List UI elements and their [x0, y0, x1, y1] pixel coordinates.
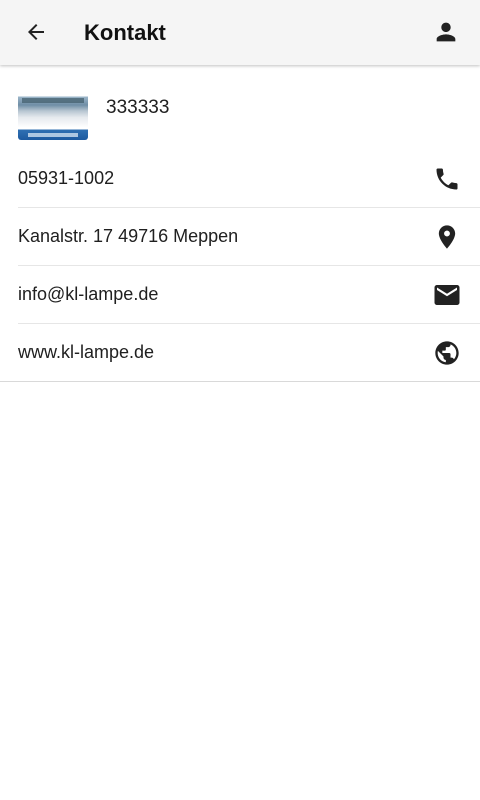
- contact-header: 333333: [0, 65, 480, 150]
- contact-name: 333333: [106, 97, 170, 118]
- phone-row[interactable]: 05931-1002: [18, 150, 480, 208]
- website-row[interactable]: www.kl-lampe.de: [0, 324, 480, 382]
- address-text: Kanalstr. 17 49716 Meppen: [18, 226, 239, 246]
- back-button[interactable]: [14, 12, 58, 52]
- arrow-back-icon: [24, 20, 48, 44]
- email-row[interactable]: info@kl-lampe.de: [18, 266, 480, 324]
- app-bar: Kontakt: [0, 0, 480, 65]
- page-title: Kontakt: [84, 20, 166, 45]
- phone-icon[interactable]: [432, 164, 462, 194]
- phone-number: 05931-1002: [18, 168, 115, 188]
- address-row[interactable]: Kanalstr. 17 49716 Meppen: [18, 208, 480, 266]
- contact-list: 333333 05931-1002 Kanalstr. 17 49716 Mep…: [0, 65, 480, 382]
- globe-icon[interactable]: [432, 338, 462, 368]
- location-pin-icon[interactable]: [432, 222, 462, 252]
- website-text: www.kl-lampe.de: [18, 342, 155, 362]
- email-text: info@kl-lampe.de: [18, 284, 159, 304]
- account-button[interactable]: [424, 12, 468, 52]
- person-icon: [432, 18, 460, 46]
- company-logo: [18, 90, 88, 140]
- mail-icon[interactable]: [432, 280, 462, 310]
